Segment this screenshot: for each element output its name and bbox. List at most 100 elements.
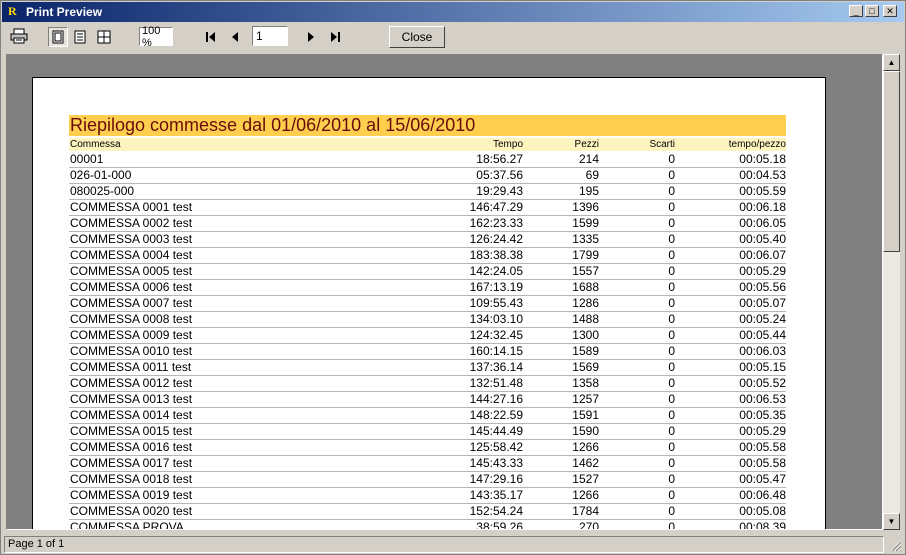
row-pezzi: 1266 [572, 440, 599, 454]
first-page-icon [206, 32, 215, 42]
maximize-icon: □ [869, 6, 875, 16]
row-pezzi: 1266 [572, 488, 599, 502]
two-pages-button[interactable] [70, 27, 90, 47]
row-scarti: 0 [668, 360, 675, 374]
row-scarti: 0 [668, 344, 675, 358]
first-page-button[interactable] [201, 28, 219, 46]
table-row: 026-01-000 05:37.56 69 0 00:04.53 [69, 168, 786, 184]
row-scarti: 0 [668, 328, 675, 342]
zoom-field[interactable]: 100 % [139, 24, 173, 49]
row-commessa: COMMESSA 0015 test [70, 424, 193, 438]
table-row: COMMESSA 0019 test 143:35.17 1266 0 00:06.48 [69, 488, 786, 504]
arrow-down-icon: ▼ [887, 517, 896, 526]
row-pezzi: 1335 [572, 232, 599, 246]
close-button[interactable]: Close [389, 26, 445, 48]
multi-pages-button[interactable] [94, 27, 114, 47]
row-pezzi: 1358 [572, 376, 599, 390]
row-tempo-pezzo: 00:06.48 [739, 488, 786, 502]
row-tempo: 38:59.26 [476, 520, 523, 530]
row-commessa: COMMESSA 0005 test [70, 264, 193, 278]
row-pezzi: 1300 [572, 328, 599, 342]
row-tempo: 124:32.45 [469, 328, 523, 342]
table-row: COMMESSA 0011 test 137:36.14 1569 0 00:05.15 [69, 360, 786, 376]
row-commessa: COMMESSA 0013 test [70, 392, 193, 406]
close-window-button[interactable]: ✕ [883, 5, 897, 17]
table-row: COMMESSA 0003 test 126:24.42 1335 0 00:05.40 [69, 232, 786, 248]
row-commessa: COMMESSA 0017 test [70, 456, 193, 470]
row-scarti: 0 [668, 488, 675, 502]
row-tempo-pezzo: 00:05.29 [739, 264, 786, 278]
scrollbar-thumb[interactable] [883, 71, 900, 252]
row-scarti: 0 [668, 264, 675, 278]
row-tempo-pezzo: 00:05.35 [739, 408, 786, 422]
table-row: COMMESSA 0007 test 109:55.43 1286 0 00:05.07 [69, 296, 786, 312]
maximize-button[interactable]: □ [865, 5, 879, 17]
minimize-button[interactable]: _ [849, 5, 863, 17]
row-tempo-pezzo: 00:05.40 [739, 232, 786, 246]
column-header-scarti: Scarti [649, 139, 675, 150]
row-pezzi: 1599 [572, 216, 599, 230]
prev-page-icon [232, 32, 238, 42]
column-header-tempo: Tempo [492, 139, 523, 150]
row-pezzi: 1784 [572, 504, 599, 518]
row-commessa: COMMESSA 0020 test [70, 504, 193, 518]
report-title: Riepilogo commesse dal 01/06/2010 al 15/… [69, 115, 786, 136]
column-header-row: Commessa Tempo Pezzi Scarti tempo/pezzo [69, 138, 786, 151]
page-number-input[interactable]: 1 [252, 26, 288, 46]
prev-page-button[interactable] [226, 28, 244, 46]
two-pages-icon [74, 30, 86, 44]
vertical-scrollbar[interactable]: ▲ ▼ [883, 54, 900, 530]
row-tempo: 19:29.43 [476, 184, 523, 198]
row-tempo: 143:35.17 [469, 488, 523, 502]
row-pezzi: 1396 [572, 200, 599, 214]
print-button[interactable] [9, 27, 29, 45]
row-tempo: 109:55.43 [469, 296, 523, 310]
row-pezzi: 1488 [572, 312, 599, 326]
scroll-down-button[interactable]: ▼ [883, 513, 900, 530]
row-pezzi: 195 [578, 184, 599, 198]
row-tempo-pezzo: 00:06.05 [739, 216, 786, 230]
table-row: COMMESSA 0009 test 124:32.45 1300 0 00:05.44 [69, 328, 786, 344]
row-scarti: 0 [668, 312, 675, 326]
single-page-button[interactable] [48, 27, 68, 47]
zoom-value: 100 % [142, 24, 161, 49]
row-tempo: 152:54.24 [469, 504, 523, 518]
row-pezzi: 1286 [572, 296, 599, 310]
last-page-button[interactable] [327, 28, 345, 46]
row-scarti: 0 [668, 296, 675, 310]
next-page-button[interactable] [302, 28, 320, 46]
row-tempo: 167:13.19 [469, 280, 523, 294]
table-row: COMMESSA 0017 test 145:43.33 1462 0 00:05.58 [69, 456, 786, 472]
row-tempo-pezzo: 00:05.07 [739, 296, 786, 310]
table-row: COMMESSA 0006 test 167:13.19 1688 0 00:05.56 [69, 280, 786, 296]
row-commessa: COMMESSA 0006 test [70, 280, 193, 294]
row-scarti: 0 [668, 456, 675, 470]
row-tempo: 144:27.16 [469, 392, 523, 406]
preview-area[interactable]: Riepilogo commesse dal 01/06/2010 al 15/… [6, 54, 883, 530]
row-commessa: 026-01-000 [70, 168, 132, 182]
print-icon [10, 28, 28, 44]
table-row: COMMESSA 0002 test 162:23.33 1599 0 00:06.05 [69, 216, 786, 232]
row-scarti: 0 [668, 152, 675, 166]
row-scarti: 0 [668, 472, 675, 486]
row-commessa: COMMESSA 0007 test [70, 296, 193, 310]
multi-pages-icon [97, 30, 111, 44]
single-page-icon [52, 30, 64, 44]
row-pezzi: 1688 [572, 280, 599, 294]
table-row: COMMESSA 0010 test 160:14.15 1589 0 00:06.03 [69, 344, 786, 360]
row-tempo: 18:56.27 [476, 152, 523, 166]
row-commessa: COMMESSA 0009 test [70, 328, 193, 342]
row-tempo: 134:03.10 [469, 312, 523, 326]
table-row: COMMESSA PROVA 38:59.26 270 0 00:08.39 [69, 520, 786, 530]
title-bar[interactable]: R Print Preview _ □ ✕ [2, 2, 904, 22]
close-icon: ✕ [886, 6, 894, 16]
scroll-up-button[interactable]: ▲ [883, 54, 900, 71]
row-tempo: 145:43.33 [469, 456, 523, 470]
row-tempo-pezzo: 00:05.44 [739, 328, 786, 342]
row-commessa: COMMESSA 0012 test [70, 376, 193, 390]
row-scarti: 0 [668, 280, 675, 294]
row-tempo: 145:44.49 [469, 424, 523, 438]
resize-grip-icon[interactable] [888, 538, 902, 552]
report-rows: 00001 18:56.27 214 0 00:05.18 026-01-000 05:37… [69, 152, 786, 530]
page-number-value: 1 [256, 29, 263, 43]
